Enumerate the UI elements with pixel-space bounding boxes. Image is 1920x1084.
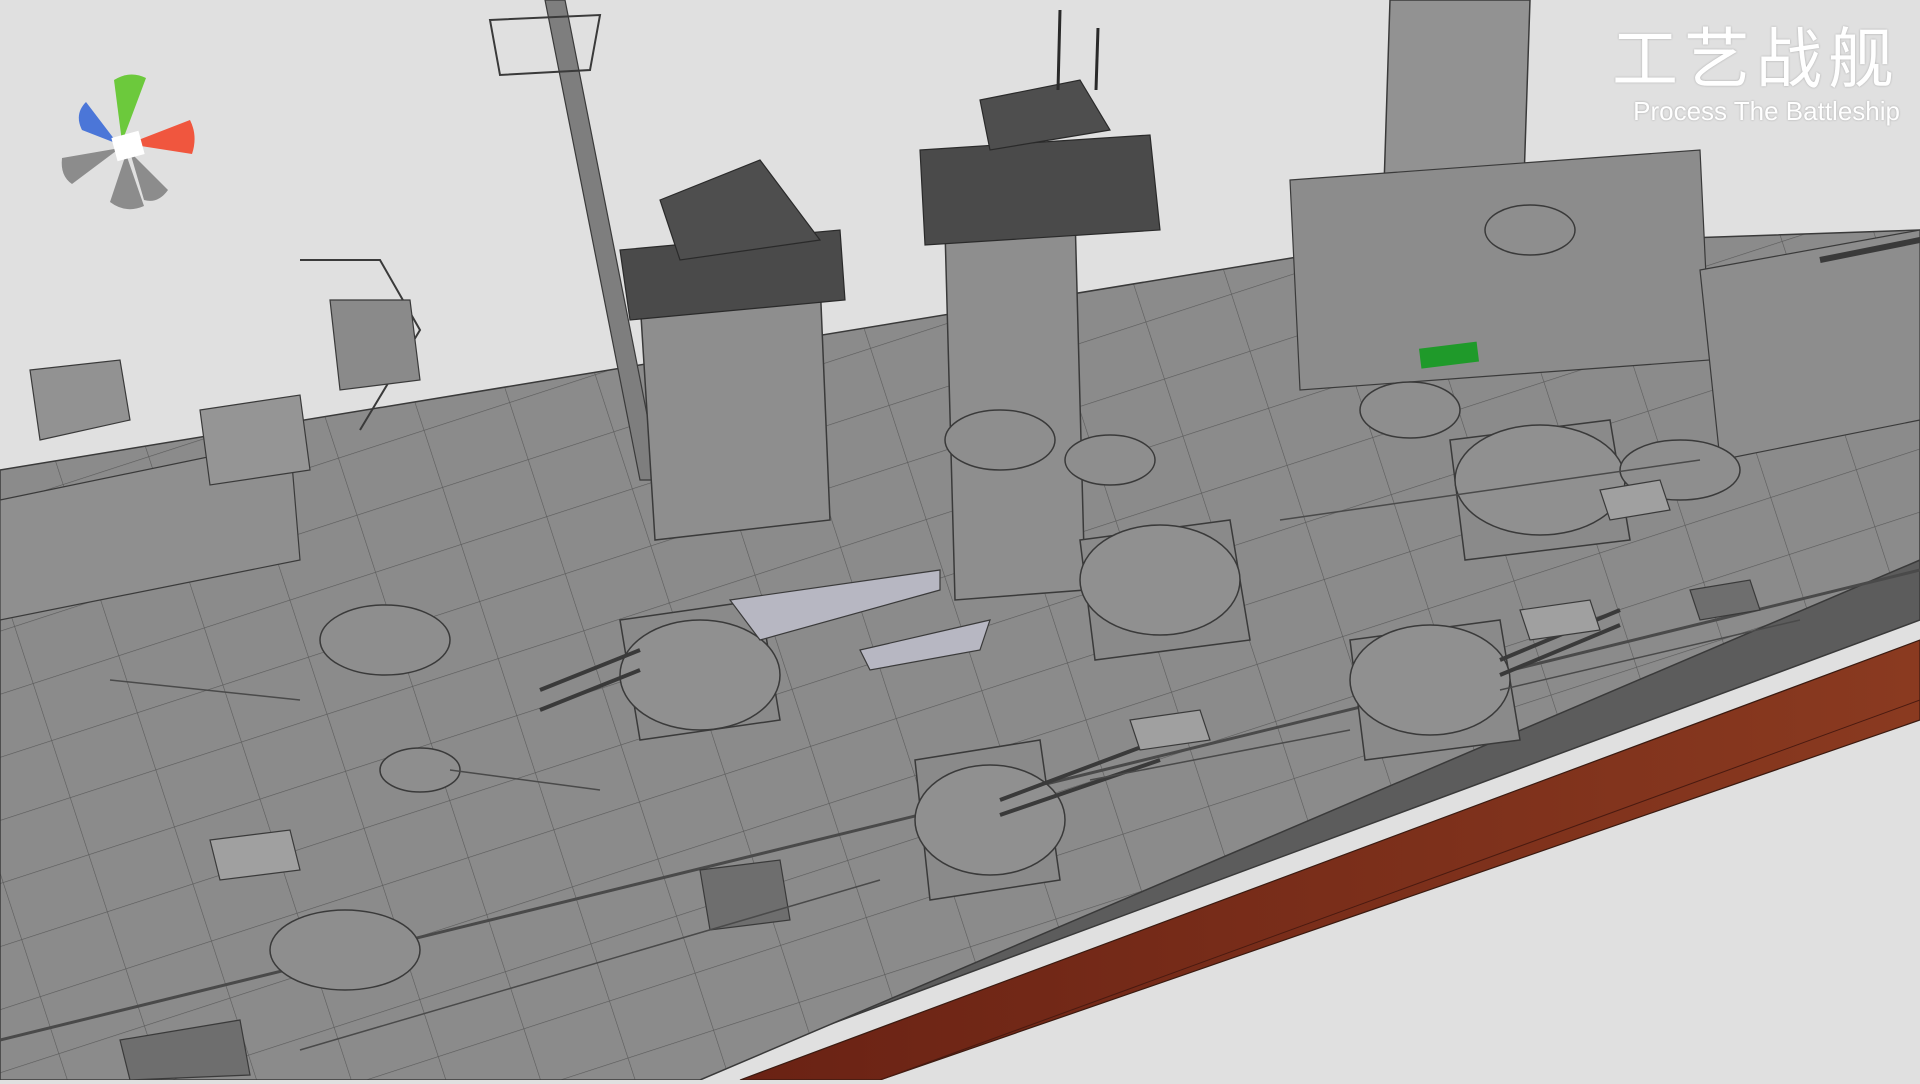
z-axis-icon [78, 102, 118, 144]
3d-viewport[interactable] [0, 0, 1920, 1081]
neg-x-axis-icon [61, 148, 120, 184]
forward-funnel [944, 214, 1086, 601]
battleship-model[interactable] [0, 0, 1920, 1081]
axis-gizmo-icon[interactable] [50, 62, 210, 212]
orientation-gizmo[interactable] [50, 62, 210, 212]
y-axis-icon [114, 74, 146, 142]
rear-funnel [639, 279, 831, 541]
